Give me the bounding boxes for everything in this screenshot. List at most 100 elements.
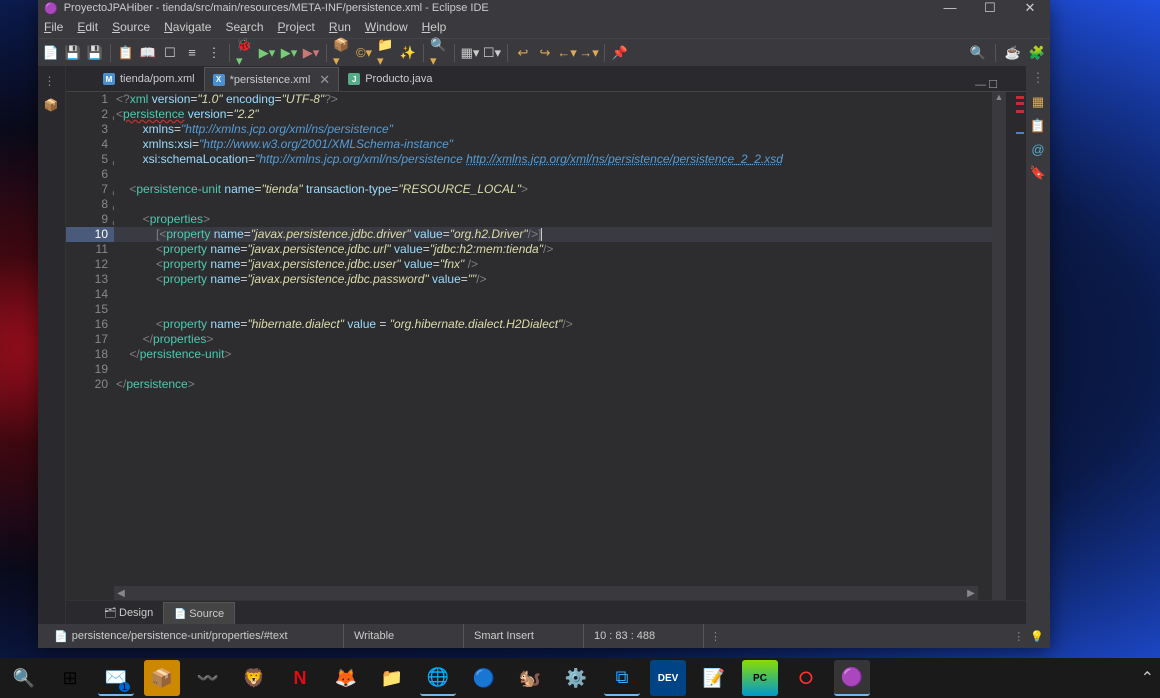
- coverage-icon[interactable]: ▶▾: [280, 44, 298, 62]
- task-list-icon[interactable]: 📋: [1030, 118, 1046, 134]
- package-explorer-icon[interactable]: 📦: [44, 98, 60, 114]
- mail-icon[interactable]: ✉️1: [98, 660, 134, 696]
- tab-close-icon[interactable]: ✕: [319, 72, 330, 88]
- menu-navigate[interactable]: Navigate: [164, 20, 211, 34]
- line-ruler[interactable]: 1 ✕2⊖ 3 4 ✕5⊖ 6 7⊖ 8⊖ 9⊖ 10 11 12 13 14 …: [66, 92, 114, 600]
- menu-edit[interactable]: Edit: [77, 20, 98, 34]
- pycharm-icon[interactable]: PC: [742, 660, 778, 696]
- wizard-icon[interactable]: ✨: [399, 44, 417, 62]
- perspective-java-icon[interactable]: ☕: [1004, 44, 1022, 62]
- tool-1-icon[interactable]: 📋: [117, 44, 135, 62]
- app-1-icon[interactable]: 📦: [144, 660, 180, 696]
- tab-pom-xml[interactable]: M tienda/pom.xml: [94, 67, 204, 91]
- tool-2-icon[interactable]: 📖: [139, 44, 157, 62]
- nav-fwd-alt-icon[interactable]: ↪: [536, 44, 554, 62]
- dev-icon[interactable]: DEV: [650, 660, 686, 696]
- title-bar[interactable]: 🟣 ProyectoJPAHiber - tienda/src/main/res…: [38, 0, 1050, 16]
- nav-back-alt-icon[interactable]: ↩: [514, 44, 532, 62]
- line-number: 18: [66, 347, 114, 362]
- eclipse-taskbar-icon[interactable]: 🟣: [834, 660, 870, 696]
- menu-help[interactable]: Help: [422, 20, 447, 34]
- tab-persistence-xml[interactable]: X *persistence.xml ✕: [204, 67, 340, 91]
- maximize-button[interactable]: ☐: [976, 0, 1004, 16]
- brave-icon[interactable]: 🦁: [236, 660, 272, 696]
- breadcrumb[interactable]: persistence/persistence-unit/properties/…: [72, 630, 288, 642]
- minimize-trim-icon[interactable]: ⋮: [1032, 70, 1045, 86]
- notepad-icon[interactable]: 📝: [696, 660, 732, 696]
- tool-5-icon[interactable]: ⋮: [205, 44, 223, 62]
- line-number: 20: [66, 377, 114, 392]
- insert-mode: Smart Insert: [474, 630, 534, 642]
- tip-icon[interactable]: 💡: [1030, 630, 1044, 643]
- new-package-icon[interactable]: 📦▾: [333, 44, 351, 62]
- quick-access-icon[interactable]: 🔍: [969, 44, 987, 62]
- scroll-left-icon[interactable]: ◀: [114, 586, 128, 601]
- menu-window[interactable]: Window: [365, 20, 408, 34]
- vscode-icon[interactable]: ⧉: [604, 660, 640, 696]
- files-icon[interactable]: 📁: [374, 660, 410, 696]
- new-icon[interactable]: 📄: [42, 44, 60, 62]
- debug-icon[interactable]: 🐞▾: [236, 44, 254, 62]
- restore-view-icon[interactable]: ⋮: [44, 74, 60, 90]
- vertical-scrollbar[interactable]: ▲: [992, 92, 1006, 600]
- search-icon[interactable]: 🔍: [6, 660, 42, 696]
- firefox-icon[interactable]: 🦊: [328, 660, 364, 696]
- code-text-area[interactable]: <?xml version="1.0" encoding="UTF-8"?><p…: [114, 92, 992, 600]
- maximize-editor-icon[interactable]: ☐: [988, 78, 998, 91]
- menu-search[interactable]: Search: [225, 20, 263, 34]
- line-number: 3: [66, 122, 114, 137]
- overview-ruler[interactable]: [1006, 92, 1026, 600]
- bookmark-icon[interactable]: 🔖: [1030, 165, 1046, 181]
- info-mark[interactable]: [1016, 132, 1024, 134]
- pin-icon[interactable]: 📌: [611, 44, 629, 62]
- app-3-icon[interactable]: ⚙️: [558, 660, 594, 696]
- save-icon[interactable]: 💾: [64, 44, 82, 62]
- minimize-button[interactable]: —: [936, 0, 964, 16]
- minimize-editor-icon[interactable]: —: [975, 79, 986, 91]
- error-mark[interactable]: [1016, 110, 1024, 113]
- status-menu-icon[interactable]: ⋮: [1013, 630, 1024, 643]
- layout-icon[interactable]: ▦▾: [461, 44, 479, 62]
- status-handle-icon[interactable]: ⋮: [710, 630, 721, 643]
- menu-file[interactable]: File: [44, 20, 63, 34]
- horizontal-scrollbar[interactable]: ◀ ▶: [114, 586, 978, 600]
- close-button[interactable]: ✕: [1016, 0, 1044, 16]
- eclipse-icon: 🟣: [44, 2, 58, 15]
- scroll-right-icon[interactable]: ▶: [964, 586, 978, 601]
- tool-4-icon[interactable]: ≡: [183, 44, 201, 62]
- new-class-icon[interactable]: ©▾: [355, 44, 373, 62]
- edge-icon[interactable]: 🔵: [466, 660, 502, 696]
- toolbar-separator: [110, 44, 111, 62]
- menu-run[interactable]: Run: [329, 20, 351, 34]
- error-mark[interactable]: [1016, 96, 1024, 99]
- design-tab[interactable]: 🗂 Design: [94, 602, 163, 624]
- save-all-icon[interactable]: 💾: [86, 44, 104, 62]
- outline-icon[interactable]: ▦: [1032, 94, 1044, 110]
- menu-source[interactable]: Source: [112, 20, 150, 34]
- new-folder-icon[interactable]: 📁▾: [377, 44, 395, 62]
- toggle-icon[interactable]: ☐▾: [483, 44, 501, 62]
- search-tool-icon[interactable]: 🔍▾: [430, 44, 448, 62]
- source-tab[interactable]: 📄 Source: [163, 602, 235, 624]
- perspective-debug-icon[interactable]: 🧩: [1028, 44, 1046, 62]
- nav-fwd-icon[interactable]: →▾: [580, 44, 598, 62]
- app-2-icon[interactable]: 〰️: [190, 660, 226, 696]
- task-view-icon[interactable]: ⊞: [52, 660, 88, 696]
- tool-3-icon[interactable]: ☐: [161, 44, 179, 62]
- error-mark[interactable]: [1016, 102, 1024, 105]
- line-number: 15: [66, 302, 114, 317]
- nav-back-icon[interactable]: ←▾: [558, 44, 576, 62]
- line-number: 12: [66, 257, 114, 272]
- chrome-icon[interactable]: 🌐: [420, 660, 456, 696]
- menu-bar: File Edit Source Navigate Search Project…: [38, 16, 1050, 38]
- ext-run-icon[interactable]: ▶▾: [302, 44, 320, 62]
- scroll-up-icon[interactable]: ▲: [992, 92, 1006, 102]
- tab-producto-java[interactable]: J Producto.java: [339, 67, 441, 91]
- opera-icon[interactable]: ⭘: [788, 660, 824, 696]
- menu-project[interactable]: Project: [278, 20, 315, 34]
- help-icon[interactable]: @: [1031, 142, 1044, 157]
- tray-expand-icon[interactable]: ⌃: [1141, 668, 1154, 688]
- netflix-icon[interactable]: N: [282, 660, 318, 696]
- dbeaver-icon[interactable]: 🐿️: [512, 660, 548, 696]
- run-icon[interactable]: ▶▾: [258, 44, 276, 62]
